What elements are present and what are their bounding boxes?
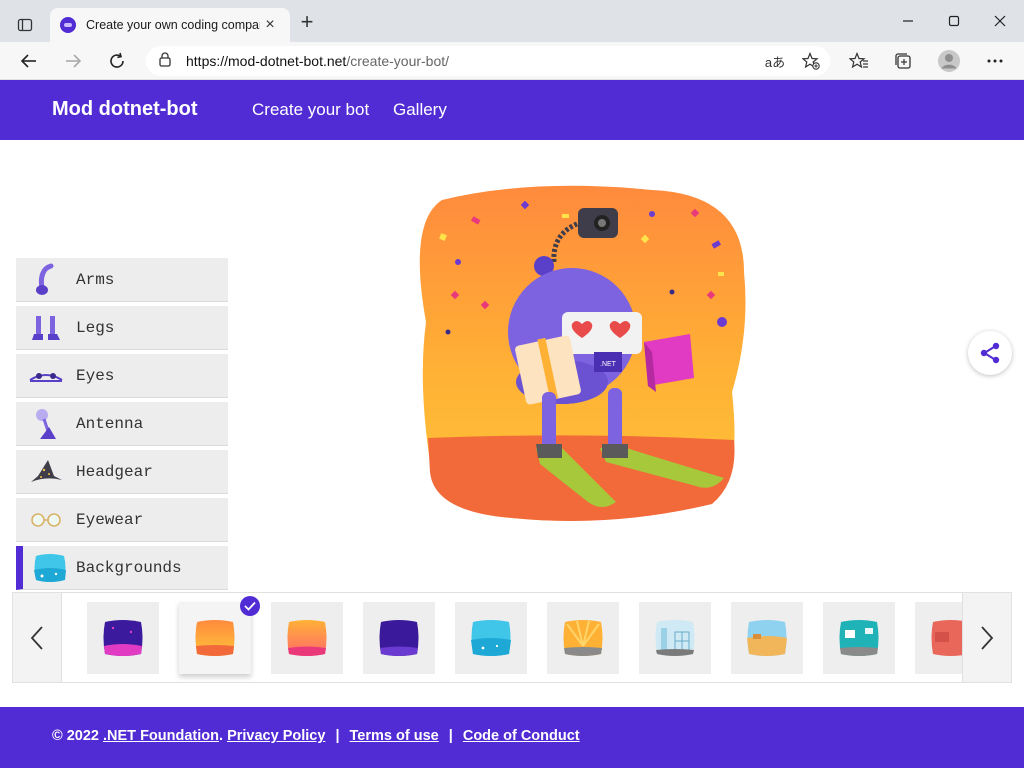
lock-icon[interactable] bbox=[158, 51, 172, 72]
background-thumb-8[interactable] bbox=[823, 602, 895, 674]
sidebar-item-backgrounds[interactable]: Backgrounds bbox=[16, 546, 228, 590]
tab-close-icon[interactable]: × bbox=[260, 16, 280, 34]
site-favicon-icon bbox=[60, 17, 76, 33]
forward-icon[interactable] bbox=[59, 47, 87, 75]
sidebar-item-label: Eyewear bbox=[76, 510, 144, 529]
sidebar-item-eyes[interactable]: Eyes bbox=[16, 354, 228, 398]
legs-icon bbox=[16, 308, 76, 348]
url-text[interactable]: https://mod-dotnet-bot.net/create-your-b… bbox=[186, 53, 449, 69]
selected-check-icon bbox=[240, 596, 260, 616]
chevron-right-icon bbox=[981, 625, 994, 650]
footer-separator: | bbox=[335, 728, 340, 744]
carousel-prev-button[interactable] bbox=[13, 593, 62, 682]
antenna-icon bbox=[16, 404, 76, 444]
carousel-next-button[interactable] bbox=[962, 593, 1011, 682]
background-carousel bbox=[12, 592, 1012, 683]
eyes-icon bbox=[16, 356, 76, 396]
minimize-icon[interactable] bbox=[885, 8, 931, 34]
footer-foundation-link[interactable]: .NET Foundation bbox=[103, 728, 219, 744]
background-thumb-0[interactable] bbox=[87, 602, 159, 674]
browser-toolbar: https://mod-dotnet-bot.net/create-your-b… bbox=[0, 42, 1024, 80]
sidebar-item-arms[interactable]: Arms bbox=[16, 258, 228, 302]
nav-gallery[interactable]: Gallery bbox=[393, 100, 447, 120]
background-icon bbox=[23, 548, 76, 588]
sidebar-item-label: Headgear bbox=[76, 462, 153, 481]
profile-icon[interactable] bbox=[935, 47, 963, 75]
background-thumb-2[interactable] bbox=[271, 602, 343, 674]
favorites-icon[interactable] bbox=[845, 47, 873, 75]
sidebar-item-eyewear[interactable]: Eyewear bbox=[16, 498, 228, 542]
footer-privacy-link[interactable]: Privacy Policy bbox=[227, 728, 325, 744]
footer-period: . bbox=[219, 728, 224, 744]
glasses-icon bbox=[16, 500, 76, 540]
chevron-left-icon bbox=[30, 625, 43, 650]
new-tab-button[interactable]: + bbox=[296, 11, 318, 34]
background-thumb-6[interactable] bbox=[639, 602, 711, 674]
background-thumb-1[interactable] bbox=[179, 596, 260, 674]
tab-title: Create your own coding compan bbox=[86, 18, 260, 32]
background-thumb-4[interactable] bbox=[455, 602, 527, 674]
arm-icon bbox=[16, 260, 76, 300]
share-icon bbox=[980, 342, 1000, 364]
sidebar-item-label: Eyes bbox=[76, 366, 115, 385]
more-icon[interactable] bbox=[981, 47, 1009, 75]
browser-tabstrip: Create your own coding compan × + bbox=[0, 0, 1024, 42]
nav-create-your-bot[interactable]: Create your bot bbox=[252, 100, 369, 120]
sidebar-item-label: Antenna bbox=[76, 414, 144, 433]
address-bar[interactable]: https://mod-dotnet-bot.net/create-your-b… bbox=[146, 46, 830, 76]
site-brand[interactable]: Mod dotnet-bot bbox=[52, 98, 198, 121]
url-host: https://mod-dotnet-bot.net bbox=[186, 53, 347, 69]
footer-links: © 2022 .NET Foundation. Privacy Policy |… bbox=[52, 728, 580, 744]
wizard-hat-icon bbox=[16, 452, 76, 492]
footer-copyright: © 2022 bbox=[52, 728, 99, 744]
sidebar-item-label: Legs bbox=[76, 318, 115, 337]
background-thumb-7[interactable] bbox=[731, 602, 803, 674]
site-footer: © 2022 .NET Foundation. Privacy Policy |… bbox=[0, 707, 1024, 768]
sidebar-item-label: Backgrounds bbox=[76, 558, 182, 577]
footer-separator: | bbox=[448, 728, 453, 744]
refresh-icon[interactable] bbox=[103, 47, 131, 75]
read-aloud-icon[interactable]: aあ bbox=[764, 50, 786, 72]
close-icon[interactable] bbox=[977, 8, 1023, 34]
sidebar-item-headgear[interactable]: Headgear bbox=[16, 450, 228, 494]
background-thumb-5[interactable] bbox=[547, 602, 619, 674]
browser-tab[interactable]: Create your own coding compan × bbox=[50, 8, 290, 42]
sidebar-item-legs[interactable]: Legs bbox=[16, 306, 228, 350]
add-favorite-icon[interactable] bbox=[800, 50, 822, 72]
window-menu-icon[interactable] bbox=[12, 12, 38, 38]
background-thumb-3[interactable] bbox=[363, 602, 435, 674]
footer-terms-link[interactable]: Terms of use bbox=[350, 728, 439, 744]
url-path: /create-your-bot/ bbox=[346, 53, 450, 69]
back-icon[interactable] bbox=[15, 47, 43, 75]
footer-conduct-link[interactable]: Code of Conduct bbox=[463, 728, 580, 744]
share-button[interactable] bbox=[968, 331, 1012, 375]
bot-preview: .NET bbox=[412, 182, 752, 524]
svg-text:.NET: .NET bbox=[600, 361, 617, 368]
maximize-icon[interactable] bbox=[931, 8, 977, 34]
site-header: Mod dotnet-bot Create your bot Gallery bbox=[0, 80, 1024, 140]
sidebar-item-label: Arms bbox=[76, 270, 115, 289]
sidebar-item-antenna[interactable]: Antenna bbox=[16, 402, 228, 446]
collections-icon[interactable] bbox=[889, 47, 917, 75]
parts-sidebar: Arms Legs Eyes Antenna Headgear Eyewear bbox=[16, 258, 228, 594]
